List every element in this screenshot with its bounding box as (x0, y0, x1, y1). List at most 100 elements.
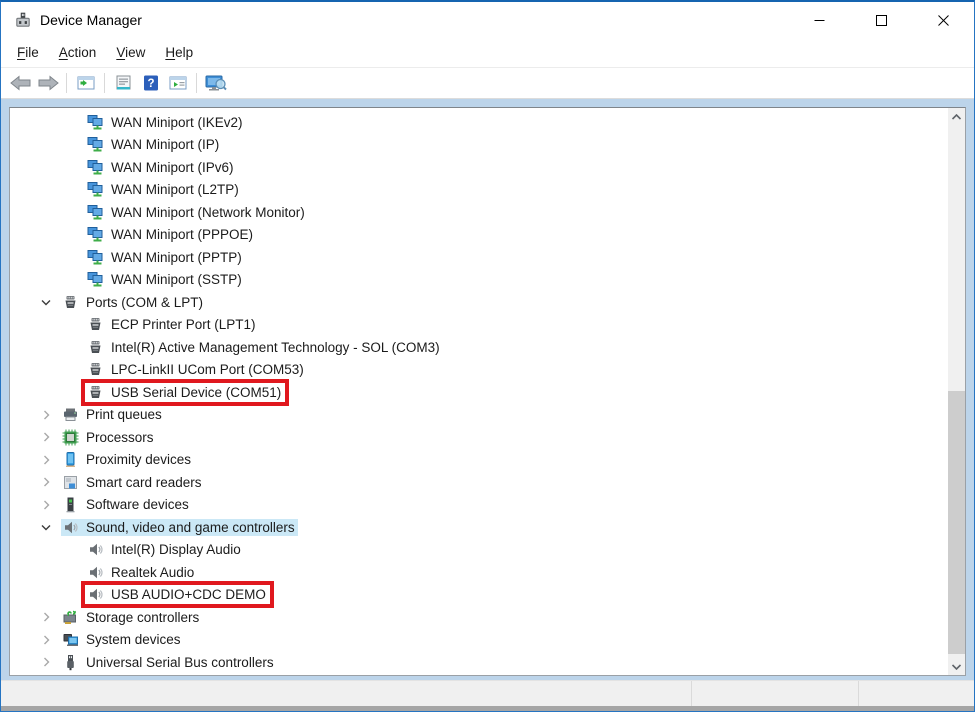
tree-row: Print queues (10, 404, 948, 427)
chevron-down-icon[interactable] (38, 294, 54, 310)
speaker-icon (87, 564, 104, 581)
tree-item[interactable]: USB AUDIO+CDC DEMO (86, 586, 269, 603)
tree-item[interactable]: Print queues (61, 406, 165, 423)
scan-hardware-button[interactable] (202, 70, 229, 96)
network-adapter-icon (87, 249, 104, 266)
scrollbar-thumb[interactable] (948, 391, 965, 654)
status-segment-3 (859, 681, 974, 706)
chevron-right-icon[interactable] (38, 632, 54, 648)
close-button[interactable] (912, 2, 974, 38)
tree-row: Realtek Audio (10, 561, 948, 584)
scroll-down-button[interactable] (948, 658, 965, 675)
tree-item-label: Intel(R) Active Management Technology - … (111, 340, 440, 355)
menu-help[interactable]: Help (155, 41, 203, 64)
chevron-right-icon[interactable] (38, 654, 54, 670)
tree-item-label: System devices (86, 632, 181, 647)
tree-row: ECP Printer Port (LPT1) (10, 314, 948, 337)
vertical-scrollbar[interactable] (948, 108, 965, 675)
tree-row: Smart card readers (10, 471, 948, 494)
tree-row: WAN Miniport (Network Monitor) (10, 201, 948, 224)
tree-item[interactable]: Ports (COM & LPT) (61, 294, 206, 311)
tree-item-label: WAN Miniport (PPTP) (111, 250, 242, 265)
serial-port-icon (87, 339, 104, 356)
tree-row: WAN Miniport (SSTP) (10, 269, 948, 292)
tree-item[interactable]: USB Serial Device (COM51) (86, 384, 284, 401)
tree-item[interactable]: Realtek Audio (86, 564, 197, 581)
tree-item[interactable]: Sound, video and game controllers (61, 519, 298, 536)
menu-file[interactable]: File (7, 41, 49, 64)
toolbar-separator (104, 73, 105, 93)
tree-item[interactable]: WAN Miniport (IP) (86, 136, 222, 153)
network-adapter-icon (87, 136, 104, 153)
menu-view[interactable]: View (106, 41, 155, 64)
chevron-right-icon[interactable] (38, 407, 54, 423)
network-adapter-icon (87, 204, 104, 221)
tree-item[interactable]: Storage controllers (61, 609, 202, 626)
scan-hardware-icon (205, 75, 227, 92)
tree-item[interactable]: Software devices (61, 496, 192, 513)
tree-item[interactable]: LPC-LinkII UCom Port (COM53) (86, 361, 307, 378)
help-button[interactable]: ? (137, 70, 164, 96)
tree-item[interactable]: Smart card readers (61, 474, 205, 491)
tree-item[interactable]: WAN Miniport (IKEv2) (86, 114, 246, 131)
device-manager-window: Device Manager FileActionViewHelp ? WAN … (0, 0, 975, 712)
serial-port-icon (87, 384, 104, 401)
chevron-right-icon[interactable] (38, 452, 54, 468)
tree-row: WAN Miniport (IPv6) (10, 156, 948, 179)
tree-item[interactable]: Intel(R) Display Audio (86, 541, 244, 558)
tree-item-label: Realtek Audio (111, 565, 194, 580)
tree-item-label: USB Serial Device (COM51) (111, 385, 281, 400)
properties-icon (115, 75, 132, 91)
tree-item[interactable]: WAN Miniport (SSTP) (86, 271, 245, 288)
tree-item[interactable]: WAN Miniport (PPTP) (86, 249, 245, 266)
action-pane-button[interactable] (164, 70, 191, 96)
tree-row: Software devices (10, 494, 948, 517)
tree-row: Intel(R) Display Audio (10, 539, 948, 562)
tree-item[interactable]: Proximity devices (61, 451, 194, 468)
tree-item-label: ECP Printer Port (LPT1) (111, 317, 256, 332)
tree-item-label: Storage controllers (86, 610, 199, 625)
tree-item[interactable]: Universal Serial Bus controllers (61, 654, 277, 671)
chevron-right-icon[interactable] (38, 497, 54, 513)
scroll-up-button[interactable] (948, 108, 965, 125)
tree-item[interactable]: ECP Printer Port (LPT1) (86, 316, 259, 333)
tree-item[interactable]: Processors (61, 429, 157, 446)
properties-button[interactable] (110, 70, 137, 96)
tree-row: Proximity devices (10, 449, 948, 472)
tree-item-label: USB AUDIO+CDC DEMO (111, 587, 266, 602)
tree-item-label: Universal Serial Bus controllers (86, 655, 274, 670)
software-icon (62, 496, 79, 513)
chevron-right-icon[interactable] (38, 474, 54, 490)
tree-item[interactable]: WAN Miniport (Network Monitor) (86, 204, 308, 221)
tree-row: LPC-LinkII UCom Port (COM53) (10, 359, 948, 382)
network-adapter-icon (87, 159, 104, 176)
tree-row: Processors (10, 426, 948, 449)
serial-port-icon (62, 294, 79, 311)
minimize-button[interactable] (788, 2, 850, 38)
tree-item[interactable]: WAN Miniport (PPPOE) (86, 226, 256, 243)
device-tree-panel: WAN Miniport (IKEv2) WAN Miniport (IP) WAN… (9, 107, 966, 676)
tree-item[interactable]: WAN Miniport (IPv6) (86, 159, 237, 176)
menu-action[interactable]: Action (49, 41, 107, 64)
chevron-right-icon[interactable] (38, 609, 54, 625)
tree-item-label: Print queues (86, 407, 162, 422)
tree-row: Ports (COM & LPT) (10, 291, 948, 314)
console-tree-icon (77, 75, 95, 91)
maximize-button[interactable] (850, 2, 912, 38)
network-adapter-icon (87, 226, 104, 243)
menubar: FileActionViewHelp (1, 38, 974, 68)
tree-item[interactable]: System devices (61, 631, 184, 648)
tree-item[interactable]: Intel(R) Active Management Technology - … (86, 339, 443, 356)
tree-item[interactable]: WAN Miniport (L2TP) (86, 181, 242, 198)
serial-port-icon (87, 316, 104, 333)
show-console-tree-button[interactable] (72, 70, 99, 96)
network-adapter-icon (87, 181, 104, 198)
toolbar-separator (66, 73, 67, 93)
tree-item-label: LPC-LinkII UCom Port (COM53) (111, 362, 304, 377)
forward-button[interactable] (34, 70, 61, 96)
back-button[interactable] (7, 70, 34, 96)
svg-text:?: ? (147, 78, 154, 90)
tree-item-label: Software devices (86, 497, 189, 512)
chevron-right-icon[interactable] (38, 429, 54, 445)
chevron-down-icon[interactable] (38, 519, 54, 535)
